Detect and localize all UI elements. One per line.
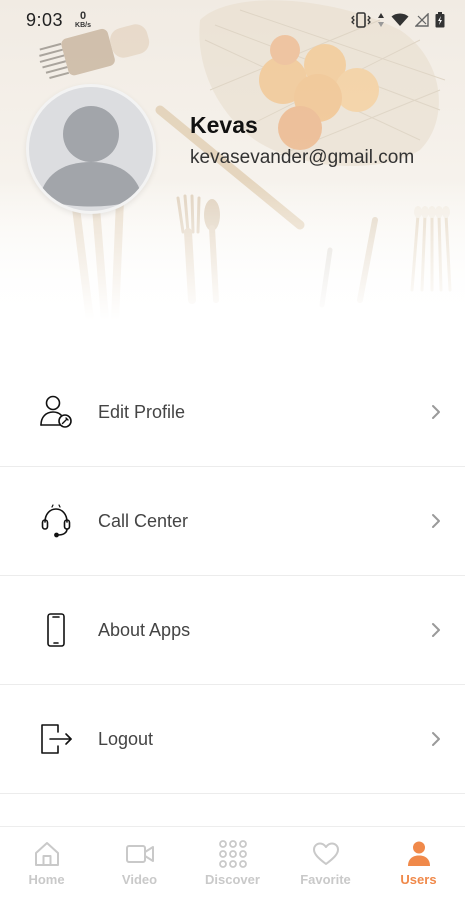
user-name: Kevas [190,112,258,138]
avatar[interactable] [26,84,156,214]
battery-icon [435,12,445,28]
nav-label: Home [28,872,65,887]
default-user-avatar-icon [40,106,142,207]
grid-icon [218,840,247,868]
profile-menu: Edit Profile Call Center About Apps Logo… [0,358,465,794]
nav-item-discover[interactable]: Discover [186,827,279,900]
nav-label: Discover [205,872,260,887]
nav-item-video[interactable]: Video [93,827,186,900]
status-icons [351,12,445,28]
nav-item-favorite[interactable]: Favorite [279,827,372,900]
user-email: kevasevander@gmail.com [190,147,415,168]
menu-item-call-center[interactable]: Call Center [0,467,465,576]
menu-item-logout[interactable]: Logout [0,685,465,794]
menu-item-label: Logout [98,728,154,749]
bottom-navigation: Home Video Discover Favorite Users [0,826,465,900]
signal-icon [415,13,429,27]
network-speed-value: 0 [79,10,87,22]
vibrate-icon [351,12,371,28]
menu-item-label: Edit Profile [98,401,186,422]
edit-profile-icon [38,394,74,430]
menu-item-label: About Apps [98,619,191,640]
phone-icon [38,612,74,648]
chevron-right-icon [429,620,443,640]
menu-item-about-apps[interactable]: About Apps [0,576,465,685]
chevron-right-icon [429,729,443,749]
heart-icon [312,840,340,868]
headset-icon [38,503,74,539]
user-icon [405,840,433,868]
nav-label: Video [121,872,158,887]
chevron-right-icon [429,511,443,531]
nav-item-home[interactable]: Home [0,827,93,900]
wifi-icon [391,13,409,26]
nav-label: Favorite [300,872,351,887]
nav-label: Users [400,872,437,887]
menu-item-edit-profile[interactable]: Edit Profile [0,358,465,467]
home-icon [33,840,61,868]
video-icon [125,840,154,868]
chevron-right-icon [429,402,443,422]
data-transfer-icon [378,13,384,27]
nav-item-users[interactable]: Users [372,827,465,900]
network-speed: 0 KB/s [75,10,91,30]
status-time: 9:03 [26,9,64,30]
logout-icon [38,721,74,757]
network-speed-unit: KB/s [75,22,91,29]
status-bar: 9:03 0 KB/s [0,0,465,40]
menu-item-label: Call Center [98,510,189,531]
